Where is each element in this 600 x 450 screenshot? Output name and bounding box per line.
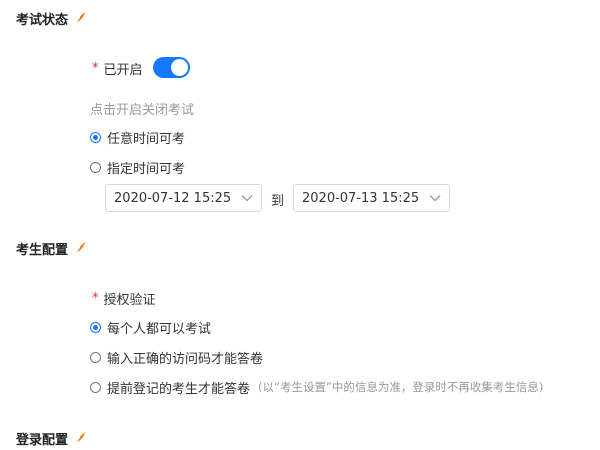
feather-edit-icon[interactable] bbox=[74, 241, 86, 255]
radio-checked-icon[interactable] bbox=[90, 131, 101, 143]
toggle-knob bbox=[171, 59, 188, 76]
exam-enabled-label: * 已开启 bbox=[92, 58, 143, 78]
preregistered-note: (以“考生设置”中的信息为准，登录时不再收集考生信息) bbox=[258, 380, 544, 394]
login-config-title: 登录配置 bbox=[16, 428, 86, 448]
radio-unchecked-icon[interactable] bbox=[90, 351, 101, 363]
start-time-select[interactable]: 2020-07-12 15:25 bbox=[105, 184, 262, 212]
candidate-config-title-text: 考生配置 bbox=[16, 242, 69, 258]
chevron-down-icon bbox=[241, 195, 253, 202]
radio-everyone[interactable]: 每个人都可以考试 bbox=[90, 317, 211, 337]
radio-preregistered-label: 提前登记的考生才能答卷 bbox=[107, 381, 251, 397]
end-time-select[interactable]: 2020-07-13 15:25 bbox=[293, 184, 450, 212]
feather-edit-icon[interactable] bbox=[74, 431, 86, 445]
candidate-config-title: 考生配置 bbox=[16, 238, 86, 258]
exam-enabled-text: 已开启 bbox=[103, 62, 143, 78]
login-config-title-text: 登录配置 bbox=[16, 432, 69, 448]
radio-any-time-label: 任意时间可考 bbox=[107, 131, 186, 147]
radio-any-time[interactable]: 任意时间可考 bbox=[90, 127, 185, 147]
radio-access-code[interactable]: 输入正确的访问码才能答卷 bbox=[90, 347, 263, 367]
auth-verify-text: 授权验证 bbox=[103, 292, 156, 308]
exam-toggle-hint: 点击开启关闭考试 bbox=[90, 102, 195, 118]
radio-unchecked-icon[interactable] bbox=[90, 161, 101, 173]
exam-status-title: 考试状态 bbox=[16, 8, 86, 28]
radio-checked-icon[interactable] bbox=[90, 321, 101, 333]
required-star: * bbox=[92, 60, 99, 76]
radio-access-code-label: 输入正确的访问码才能答卷 bbox=[107, 351, 264, 367]
radio-unchecked-icon[interactable] bbox=[90, 381, 101, 393]
auth-verify-label: * 授权验证 bbox=[92, 288, 156, 308]
radio-everyone-label: 每个人都可以考试 bbox=[107, 321, 212, 337]
chevron-down-icon bbox=[429, 195, 441, 202]
exam-status-toggle[interactable] bbox=[153, 57, 190, 78]
required-star: * bbox=[92, 290, 99, 306]
start-time-value: 2020-07-12 15:25 bbox=[114, 190, 232, 206]
radio-scheduled-time[interactable]: 指定时间可考 bbox=[90, 157, 185, 177]
radio-scheduled-time-label: 指定时间可考 bbox=[107, 161, 186, 177]
exam-status-title-text: 考试状态 bbox=[16, 12, 69, 28]
end-time-value: 2020-07-13 15:25 bbox=[302, 190, 420, 206]
radio-preregistered[interactable]: 提前登记的考生才能答卷 (以“考生设置”中的信息为准，登录时不再收集考生信息) bbox=[90, 377, 543, 397]
feather-edit-icon[interactable] bbox=[74, 11, 86, 25]
time-range-separator: 到 bbox=[271, 194, 285, 209]
